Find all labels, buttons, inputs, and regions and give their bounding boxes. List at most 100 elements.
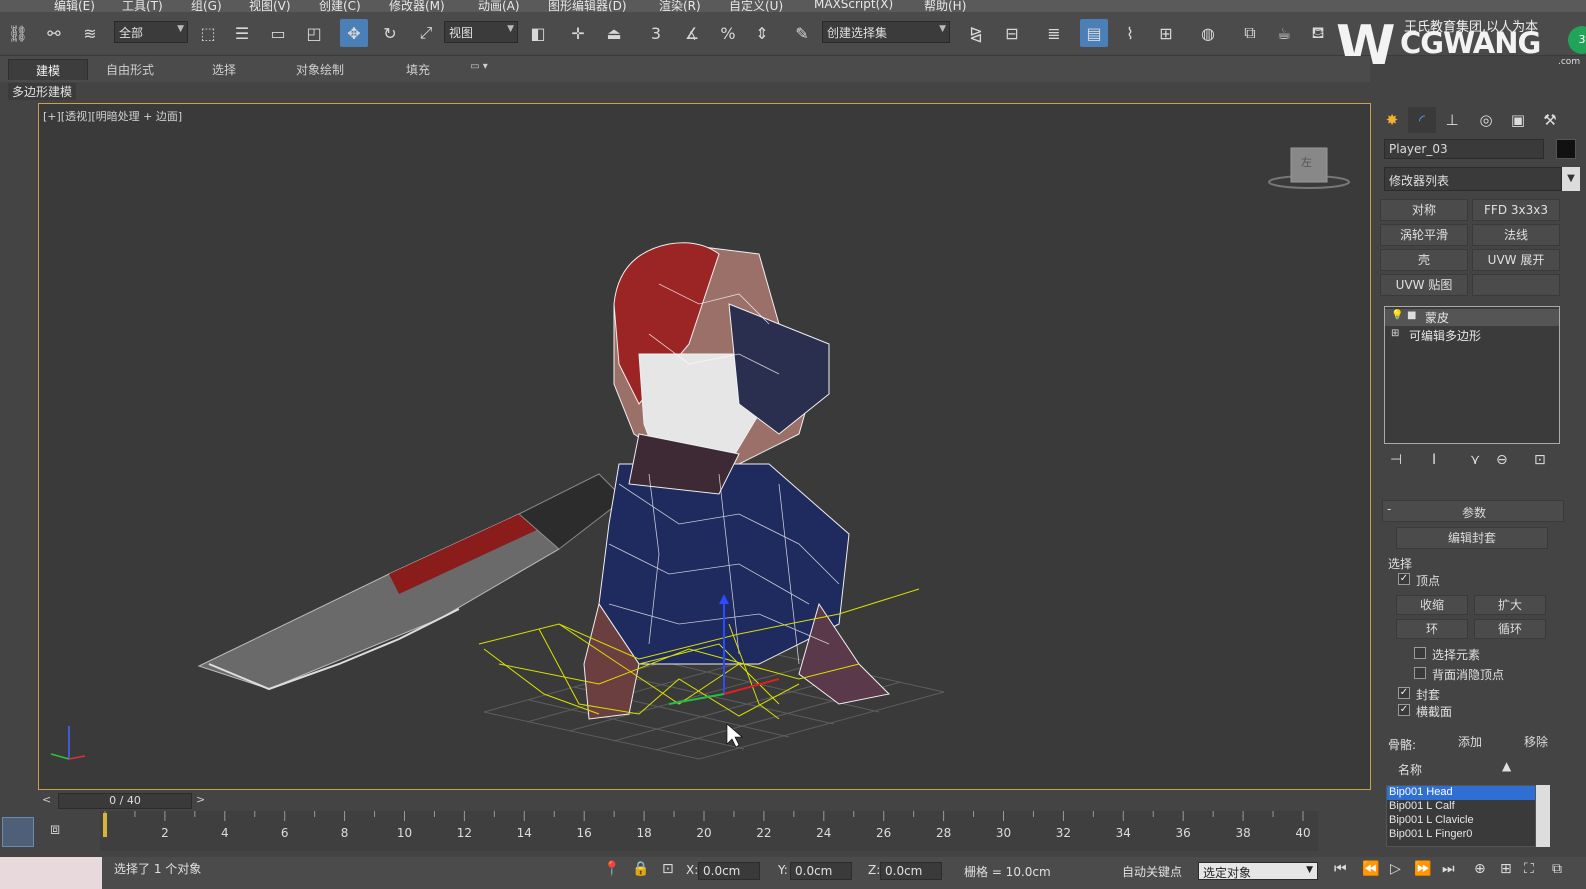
menu-edit[interactable]: 编辑(E) [54,0,95,12]
bone-list-item[interactable]: Bip001 Head [1387,786,1535,800]
parameters-rollout[interactable]: - 参数 [1382,500,1564,522]
menu-graph-editors[interactable]: 图形编辑器(D) [548,0,627,12]
y-coord-field[interactable]: 0.0cm [790,862,852,880]
vertices-checkbox[interactable]: ✓ [1398,573,1410,585]
menu-modifiers[interactable]: 修改器(M) [389,0,445,12]
stack-item-skin[interactable]: 💡 ■ 蒙皮 [1385,309,1559,326]
render-setup-icon[interactable]: ⧉ [1236,19,1264,47]
pivot-center-icon[interactable]: ◧ [524,19,552,47]
notification-badge[interactable]: 3 [1568,26,1586,54]
edit-envelope-button[interactable]: 编辑封套 [1396,527,1548,549]
menu-maxscript[interactable]: MAXScript(X) [814,0,893,11]
pin-stack-icon[interactable]: ⊣ [1390,452,1402,468]
schematic-view-icon[interactable]: ⊞ [1152,19,1180,47]
modify-tab-icon[interactable]: ◜ [1408,107,1436,133]
menu-group[interactable]: 组(G) [191,0,222,12]
menu-views[interactable]: 视图(V) [249,0,291,12]
rect-selection-icon[interactable]: ▭ [264,19,292,47]
modifier-list-dropdown-icon[interactable]: ▼ [1562,167,1580,191]
hierarchy-tab-icon[interactable]: ⊥ [1438,107,1466,133]
play-icon[interactable]: ▷ [1390,861,1401,877]
expand-icon[interactable]: ⊞ [1391,328,1399,339]
spinner-snap-icon[interactable]: ⇕ [748,19,776,47]
render-production-icon[interactable]: ⛾ [1304,19,1332,47]
ffd-button[interactable]: FFD 3x3x3 [1472,199,1560,221]
remove-modifier-icon[interactable]: ⊖ [1496,452,1508,468]
curve-editor-icon[interactable]: ⌇ [1116,19,1144,47]
bind-space-warp-icon[interactable]: ≋ [76,19,104,47]
selection-lock-icon[interactable]: 🔒 [632,861,649,877]
cross-section-checkbox[interactable]: ✓ [1398,704,1410,716]
select-element-checkbox[interactable] [1414,647,1426,659]
tab-modeling[interactable]: 建模 [8,59,88,80]
unwrap-uvw-button[interactable]: UVW 展开 [1472,249,1560,271]
uvw-map-button[interactable]: UVW 贴图 [1380,274,1468,296]
select-scale-icon[interactable]: ⤢ [412,19,440,47]
time-slider[interactable]: < 0 / 40 > [38,791,1371,811]
go-to-end-icon[interactable]: ⏭ [1442,861,1455,877]
reference-coord-select[interactable]: 视图 ▼ [444,21,518,43]
previous-frame-icon[interactable]: ⏪ [1362,861,1379,877]
display-tab-icon[interactable]: ▣ [1504,107,1532,133]
bone-list-item[interactable]: Bip001 L Finger0 [1387,828,1535,842]
mini-curve-editor-toggle[interactable] [2,817,34,847]
menu-create[interactable]: 创建(C) [319,0,361,12]
tab-selection[interactable]: 选择 [184,59,264,80]
go-to-start-icon[interactable]: ⏮ [1334,861,1347,877]
modifier-list-select[interactable]: 修改器列表 [1384,167,1562,191]
motion-tab-icon[interactable]: ◎ [1472,107,1500,133]
configure-sets-icon[interactable]: ⊡ [1534,452,1546,468]
isolate-selection-icon[interactable]: 📍 [603,861,620,877]
select-rotate-icon[interactable]: ↻ [376,19,404,47]
bone-list-item[interactable]: Bip001 L Calf [1387,800,1535,814]
scene-canvas[interactable] [39,104,1371,790]
sort-ascending-icon[interactable]: ▲ [1502,759,1511,773]
tab-object-paint[interactable]: 对象绘制 [280,59,360,80]
viewport-label[interactable]: [+][透视][明暗处理 + 边面] [43,108,182,124]
select-by-name-icon[interactable]: ☰ [228,19,256,47]
backface-cull-checkbox[interactable] [1414,667,1426,679]
selection-filter-select[interactable]: 全部 ▼ [114,21,188,43]
material-editor-icon[interactable]: ◍ [1194,19,1222,47]
time-slider-thumb[interactable]: 0 / 40 [58,793,192,809]
link-icon[interactable]: ⛓ [4,19,32,47]
menu-tools[interactable]: 工具(T) [122,0,163,12]
named-selection-set-select[interactable]: 创建选择集 ▼ [822,21,950,43]
x-coord-field[interactable]: 0.0cm [698,862,760,880]
bone-list-item[interactable]: Bip001 L Clavicle [1387,814,1535,828]
layer-manager-icon[interactable]: ≣ [1040,19,1068,47]
scene-explorer-icon[interactable]: ▤ [1080,19,1108,47]
show-end-result-icon[interactable]: Ⅰ [1432,452,1436,468]
shell-button[interactable]: 壳 [1380,249,1468,271]
track-bar-options-icon[interactable]: ⧈ [50,819,60,839]
perspective-viewport[interactable]: [+][透视][明暗处理 + 边面] 左 [38,103,1371,790]
window-crossing-icon[interactable]: ◰ [300,19,328,47]
time-slider-next[interactable]: > [196,793,205,806]
next-frame-icon[interactable]: ⏩ [1414,861,1431,877]
viewcube-face-label[interactable]: 左 [1301,154,1312,170]
rendered-frame-icon[interactable]: ☕ [1270,19,1298,47]
percent-snap-icon[interactable]: % [714,19,742,47]
make-unique-icon[interactable]: ⋎ [1470,452,1480,468]
maximize-viewport-icon[interactable]: ⧉ [1552,861,1562,877]
select-object-icon[interactable]: ⬚ [194,19,222,47]
tab-freeform[interactable]: 自由形式 [90,59,170,80]
menu-animation[interactable]: 动画(A) [478,0,520,12]
keyboard-shortcut-icon[interactable]: ⏏ [600,19,628,47]
ribbon-options-icon[interactable]: ▭ ▾ [462,59,496,80]
envelope-checkbox[interactable]: ✓ [1398,687,1410,699]
menu-help[interactable]: 帮助(H) [924,0,966,12]
loop-button[interactable]: 循环 [1474,619,1546,639]
mirror-icon[interactable]: ⧎ [962,19,990,47]
zoom-icon[interactable]: ⊕ [1474,861,1486,877]
create-tab-icon[interactable]: ✸ [1378,107,1406,133]
unlink-icon[interactable]: ⚯ [40,19,68,47]
edit-named-sets-icon[interactable]: ✎ [788,19,816,47]
track-bar[interactable]: 2 4 6 8 10 12 14 16 18 20 22 24 26 28 30 32 34 36 38 40 [100,811,1318,851]
expand-icon[interactable]: ■ [1407,310,1416,321]
stack-item-editable-poly[interactable]: ⊞ 可编辑多边形 [1385,327,1559,344]
remove-bone-button[interactable]: 移除 [1504,733,1568,753]
normal-button[interactable]: 法线 [1472,224,1560,246]
menu-customize[interactable]: 自定义(U) [729,0,783,12]
bone-list-scrollbar[interactable] [1536,785,1550,847]
